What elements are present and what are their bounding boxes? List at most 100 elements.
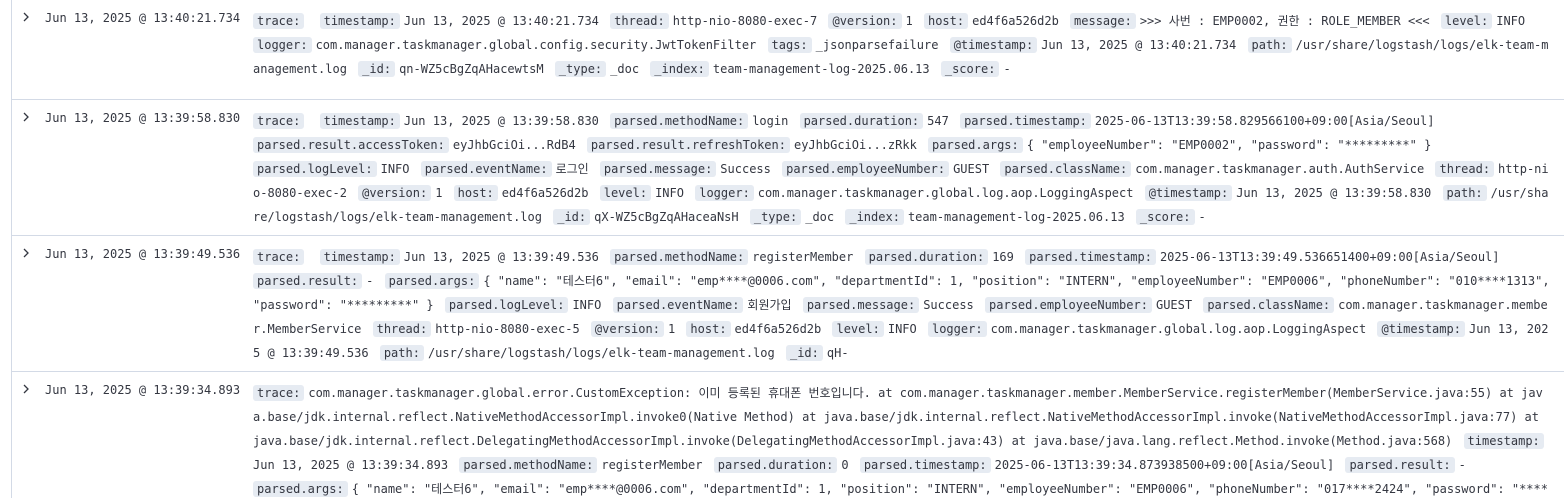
field-value: 169 [992,250,1014,264]
field-name: logger: [695,185,754,201]
field-name: @version: [358,185,432,201]
field-value: ed4f6a526d2b [972,14,1059,28]
row-timestamp[interactable]: Jun 13, 2025 @ 13:39:34.893 [45,382,240,398]
field-value: GUEST [1155,298,1193,312]
field-name: timestamp: [319,249,400,265]
document-summary: trace: timestamp: Jun 13, 2025 @ 13:40:21… [253,0,1564,84]
field-name: parsed.timestamp: [1025,249,1156,265]
field-value: team-management-log-2025.06.13 [907,210,1125,224]
field-name: parsed.result.refreshToken: [586,137,790,153]
field-name: _id: [785,345,823,361]
field-name: level: [1440,13,1493,29]
field-name: logger: [253,37,312,53]
field-name: _id: [358,61,396,77]
field-value: Jun 13, 2025 @ 13:39:34.893 [253,458,449,472]
field-name: timestamp: [319,13,400,29]
table-row: Jun 13, 2025 @ 13:39:34.893 trace: com.ma… [12,372,1564,499]
field-name: @timestamp: [949,37,1038,53]
field-value: qH- [826,346,849,360]
chevron-right-icon [23,112,29,122]
field-value: 1 [905,14,913,28]
field-value: _doc [805,210,835,224]
document-summary: trace: timestamp: Jun 13, 2025 @ 13:39:49… [253,236,1564,371]
field-name: parsed.methodName: [459,457,598,473]
field-name: level: [832,321,884,337]
field-value: 2025-06-13T13:39:58.829566100+09:00[Asia… [1094,114,1435,128]
table-row: Jun 13, 2025 @ 13:40:21.734 trace: times… [12,0,1564,100]
field-name: logger: [927,321,987,337]
field-name: _index: [650,61,709,77]
field-value: Success [720,162,771,176]
field-name: thread: [372,321,432,337]
expand-row-button[interactable] [20,382,32,396]
field-value: qn-WZ5cBgZqAHacewtsM [399,62,544,76]
field-value: qX-WZ5cBgZqAHaceaNsH [594,210,739,224]
field-name: parsed.logLevel: [444,297,569,313]
field-value: INFO [380,162,410,176]
field-name: timestamp: [1463,433,1544,449]
field-value: INFO [572,298,602,312]
field-name: parsed.result.accessToken: [253,137,449,153]
field-value: eyJhbGciOi...RdB4 [452,138,576,152]
field-value: com.manager.taskmanager.global.config.se… [315,38,757,52]
row-timestamp[interactable]: Jun 13, 2025 @ 13:39:49.536 [45,246,240,262]
field-name: _score: [1135,209,1195,225]
field-name: trace: [253,385,305,401]
field-value: INFO [1496,14,1526,28]
row-timestamp[interactable]: Jun 13, 2025 @ 13:39:58.830 [45,110,240,126]
field-value: /usr/share/logstash/logs/elk-team-manage… [427,346,775,360]
field-value: - [1458,458,1466,472]
field-name: parsed.args: [253,481,348,497]
field-value: com.manager.taskmanager.global.error.Cus… [253,386,1543,448]
field-value: _jsonparsefailure [815,38,939,52]
field-value: - [1003,62,1011,76]
field-name: parsed.message: [802,297,920,313]
field-value: registerMember [752,250,854,264]
field-value: com.manager.taskmanager.global.log.aop.L… [990,322,1367,336]
table-row: Jun 13, 2025 @ 13:39:58.830 trace: times… [12,100,1564,236]
field-name: message: [1070,13,1136,29]
field-name: parsed.timestamp: [960,113,1091,129]
field-name: parsed.className: [1203,297,1335,313]
field-name: thread: [1435,161,1495,177]
field-value: Jun 13, 2025 @ 13:40:21.734 [403,14,599,28]
field-value: com.manager.taskmanager.auth.AuthService [1135,162,1425,176]
field-value: ed4f6a526d2b [734,322,822,336]
field-value: ed4f6a526d2b [501,186,589,200]
field-name: _index: [845,209,904,225]
field-value: { "employeeNumber": "EMP0002", "password… [1026,138,1432,152]
expand-row-button[interactable] [20,246,32,260]
field-name: parsed.duration: [799,113,924,129]
field-name: trace: [253,13,305,29]
field-value: Jun 13, 2025 @ 13:39:58.830 [1236,186,1432,200]
field-value: http-nio-8080-exec-5 [435,322,580,336]
field-value: >>> 사번 : EMP0002, 권한 : ROLE_MEMBER <<< [1139,14,1430,28]
field-name: parsed.className: [1000,161,1132,177]
field-name: trace: [253,249,305,265]
field-name: _type: [749,209,802,225]
field-name: tags: [767,37,812,53]
field-value: 1 [667,322,676,336]
chevron-right-icon [23,384,29,394]
field-name: timestamp: [319,113,400,129]
field-name: parsed.employeeNumber: [985,297,1152,313]
field-name: parsed.methodName: [610,249,749,265]
expand-row-button[interactable] [20,10,32,24]
field-name: host: [923,13,969,29]
row-timestamp[interactable]: Jun 13, 2025 @ 13:40:21.734 [45,10,240,26]
field-name: parsed.args: [384,273,480,289]
chevron-right-icon [23,248,29,258]
field-name: parsed.result: [1345,457,1455,473]
field-value: GUEST [953,162,990,176]
field-value: 2025-06-13T13:39:49.536651400+09:00[Asia… [1159,250,1500,264]
field-value: com.manager.taskmanager.global.log.aop.L… [757,186,1134,200]
field-name: @timestamp: [1144,185,1233,201]
field-name: parsed.duration: [713,457,838,473]
field-value: 1 [435,186,443,200]
field-value: eyJhbGciOi...zRkk [793,138,917,152]
field-name: thread: [610,13,669,29]
field-name: path: [1247,37,1292,53]
expand-row-button[interactable] [20,110,32,124]
field-name: parsed.logLevel: [253,161,377,177]
field-name: path: [1442,185,1487,201]
